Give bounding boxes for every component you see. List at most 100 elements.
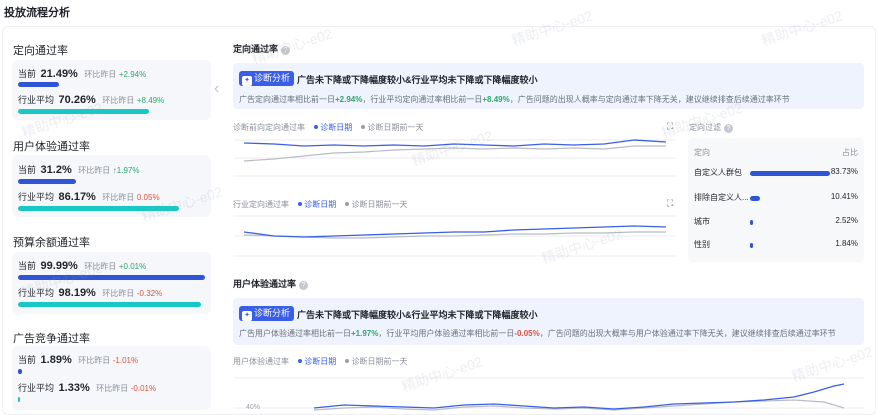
row-name: 城市	[694, 217, 710, 226]
cmp-value: ↑1.97%	[112, 166, 140, 175]
legend-diag-date[interactable]: 诊断日期	[304, 357, 336, 366]
diagnosis-detail: 广告用户体验通过率相比前一日+1.97%，行业平均用户体验通过率相比前一日-0.…	[239, 328, 836, 339]
current-progress-fill	[18, 275, 205, 280]
row-name: 排除自定义人...	[694, 193, 749, 202]
industry-progress-bar	[18, 397, 205, 402]
detail-text: ，广告问题的出现大概率与用户体验通过率下降无关，建议继续排查后续通过率环节	[539, 329, 836, 338]
industry-value: 98.19%	[58, 287, 96, 299]
table-row[interactable]: 自定义人群包 83.73%	[688, 167, 864, 183]
cmp-label: 环比昨日	[102, 96, 135, 105]
cmp-value: +0.01%	[118, 262, 147, 271]
table-row[interactable]: 排除自定义人... 10.41%	[688, 192, 864, 208]
series-prev-day-line	[243, 145, 666, 162]
current-progress-bar	[18, 179, 205, 184]
cmp-value: -1.01%	[112, 356, 139, 365]
row-value: 2.52%	[835, 216, 858, 225]
fullscreen-icon[interactable]: ⛶	[667, 198, 673, 209]
industry-label: 行业平均	[18, 383, 55, 393]
cmp-value: +2.94%	[118, 70, 147, 79]
current-progress-fill	[18, 179, 76, 184]
cmp-value: +8.49%	[136, 96, 165, 105]
industry-progress-fill	[18, 206, 179, 211]
row-value: 1.84%	[835, 239, 858, 248]
metric-title-competition: 广告竞争通过率	[13, 333, 90, 345]
legend-prev-date[interactable]: 诊断日期前一天	[367, 123, 423, 132]
diagnosis-headline: 广告未下降或下降幅度较小&行业平均未下降或下降幅度较小	[297, 75, 538, 85]
row-value: 10.41%	[830, 192, 858, 201]
cmp-label: 环比昨日	[78, 356, 111, 365]
table-row[interactable]: 性别 1.84%	[688, 239, 864, 255]
chart-title: 诊断前向定向通过率	[233, 123, 305, 132]
diagnosis-detail: 广告定向通过率相比前一日+2.94%，行业平均定向通过率相比前一日+8.49%，…	[239, 94, 790, 105]
metric-title-experience: 用户体验通过率	[13, 141, 90, 153]
row-share-bar	[750, 196, 760, 201]
experience-line-chart	[234, 377, 864, 411]
industry-progress-bar	[18, 302, 205, 307]
metric-card-targeting[interactable]: 当前 21.49% 环比昨日 +2.94% 行业平均 70.26% 环比昨日 +…	[12, 60, 211, 120]
fullscreen-icon[interactable]: ⛶	[667, 121, 673, 132]
current-value: 31.2%	[40, 164, 72, 176]
current-progress-fill	[18, 369, 22, 374]
legend-prev-date[interactable]: 诊断日期前一天	[351, 200, 407, 209]
metric-title-targeting: 定向通过率	[13, 45, 68, 57]
chevron-left-icon[interactable]: ‹	[214, 80, 219, 98]
industry-progress-bar	[18, 206, 205, 211]
legend-prev-date[interactable]: 诊断日期前一天	[351, 357, 407, 366]
targeting-filter-table: 定向 占比 自定义人群包 83.73% 排除自定义人... 10.41% 城市 …	[688, 138, 864, 262]
metric-current-row: 当前 1.89% 环比昨日 -1.01%	[18, 353, 205, 366]
industry-progress-bar	[18, 109, 205, 114]
detail-text: 广告用户体验通过率相比前一日	[239, 329, 351, 338]
metric-current-row: 当前 31.2% 环比昨日 ↑1.97%	[18, 163, 205, 176]
legend-diag-date[interactable]: 诊断日期	[320, 123, 352, 132]
row-name: 自定义人群包	[694, 168, 742, 177]
current-label: 当前	[18, 165, 37, 175]
cmp-value: -0.32%	[136, 289, 163, 298]
industry-value: 86.17%	[58, 191, 96, 203]
metric-current-row: 当前 21.49% 环比昨日 +2.94%	[18, 67, 205, 80]
question-circle-icon[interactable]: ?	[299, 281, 309, 290]
diagnosis-icon: ✦	[242, 311, 252, 321]
current-progress-bar	[18, 275, 205, 280]
metric-card-experience[interactable]: 当前 31.2% 环比昨日 ↑1.97% 行业平均 86.17% 环比昨日 0.…	[12, 155, 211, 217]
industry-label: 行业平均	[18, 192, 55, 202]
diagnosis-tag-label: 诊断分析	[254, 73, 291, 83]
filter-title: 定向过滤?	[689, 122, 733, 133]
question-circle-icon[interactable]: ?	[724, 124, 733, 133]
industry-progress-fill	[18, 302, 202, 307]
metric-card-budget[interactable]: 当前 99.99% 环比昨日 +0.01% 行业平均 98.19% 环比昨日 -…	[12, 252, 211, 314]
industry-progress-fill	[18, 109, 149, 114]
table-row[interactable]: 城市 2.52%	[688, 216, 864, 232]
current-label: 当前	[18, 355, 37, 365]
diagnosis-tag: ✦ 诊断分析	[239, 306, 295, 321]
legend-dot-prev	[345, 359, 350, 363]
cmp-label: 环比昨日	[96, 384, 129, 393]
metric-title-budget: 预算余额通过率	[13, 237, 90, 249]
industry-label: 行业平均	[18, 95, 55, 105]
chart-title: 行业定向通过率	[233, 200, 289, 209]
industry-progress-fill	[18, 397, 21, 402]
filter-title-text: 定向过滤	[689, 123, 721, 132]
current-progress-fill	[18, 82, 60, 87]
series-diag-day-line	[313, 383, 845, 410]
section-title-targeting: 定向通过率?	[233, 42, 291, 55]
legend-dot-diag	[298, 202, 303, 206]
diagnosis-panel-experience: ✦ 诊断分析 广告未下降或下降幅度较小&行业平均未下降或下降幅度较小 广告用户体验…	[233, 298, 864, 345]
question-circle-icon[interactable]: ?	[281, 46, 291, 55]
row-share-bar	[750, 171, 831, 176]
legend-dot-diag	[314, 125, 319, 129]
metric-industry-row: 行业平均 70.26% 环比昨日 +8.49%	[18, 93, 205, 106]
metric-industry-row: 行业平均 86.17% 环比昨日 0.05%	[18, 190, 205, 203]
section-title-text: 用户体验通过率	[233, 279, 297, 289]
y-tick-label: 40%	[246, 404, 261, 411]
diagnosis-icon: ✦	[242, 76, 252, 86]
legend-diag-date[interactable]: 诊断日期	[304, 200, 336, 209]
industry-value: 70.26%	[58, 94, 96, 106]
diagnosis-panel-targeting: ✦ 诊断分析 广告未下降或下降幅度较小&行业平均未下降或下降幅度较小 广告定向通过…	[233, 63, 864, 109]
current-value: 99.99%	[40, 260, 78, 272]
detail-text: ，行业平均用户体验通过率相比前一日	[378, 329, 515, 338]
current-label: 当前	[18, 69, 37, 79]
metric-card-competition[interactable]: 当前 1.89% 环比昨日 -1.01% 行业平均 1.33% 环比昨日 -0.…	[12, 346, 211, 410]
cmp-label: 环比昨日	[84, 70, 117, 79]
chart-header-targeting-industry: 行业定向通过率 诊断日期 诊断日期前一天	[233, 199, 407, 210]
row-share-bar	[750, 220, 753, 225]
